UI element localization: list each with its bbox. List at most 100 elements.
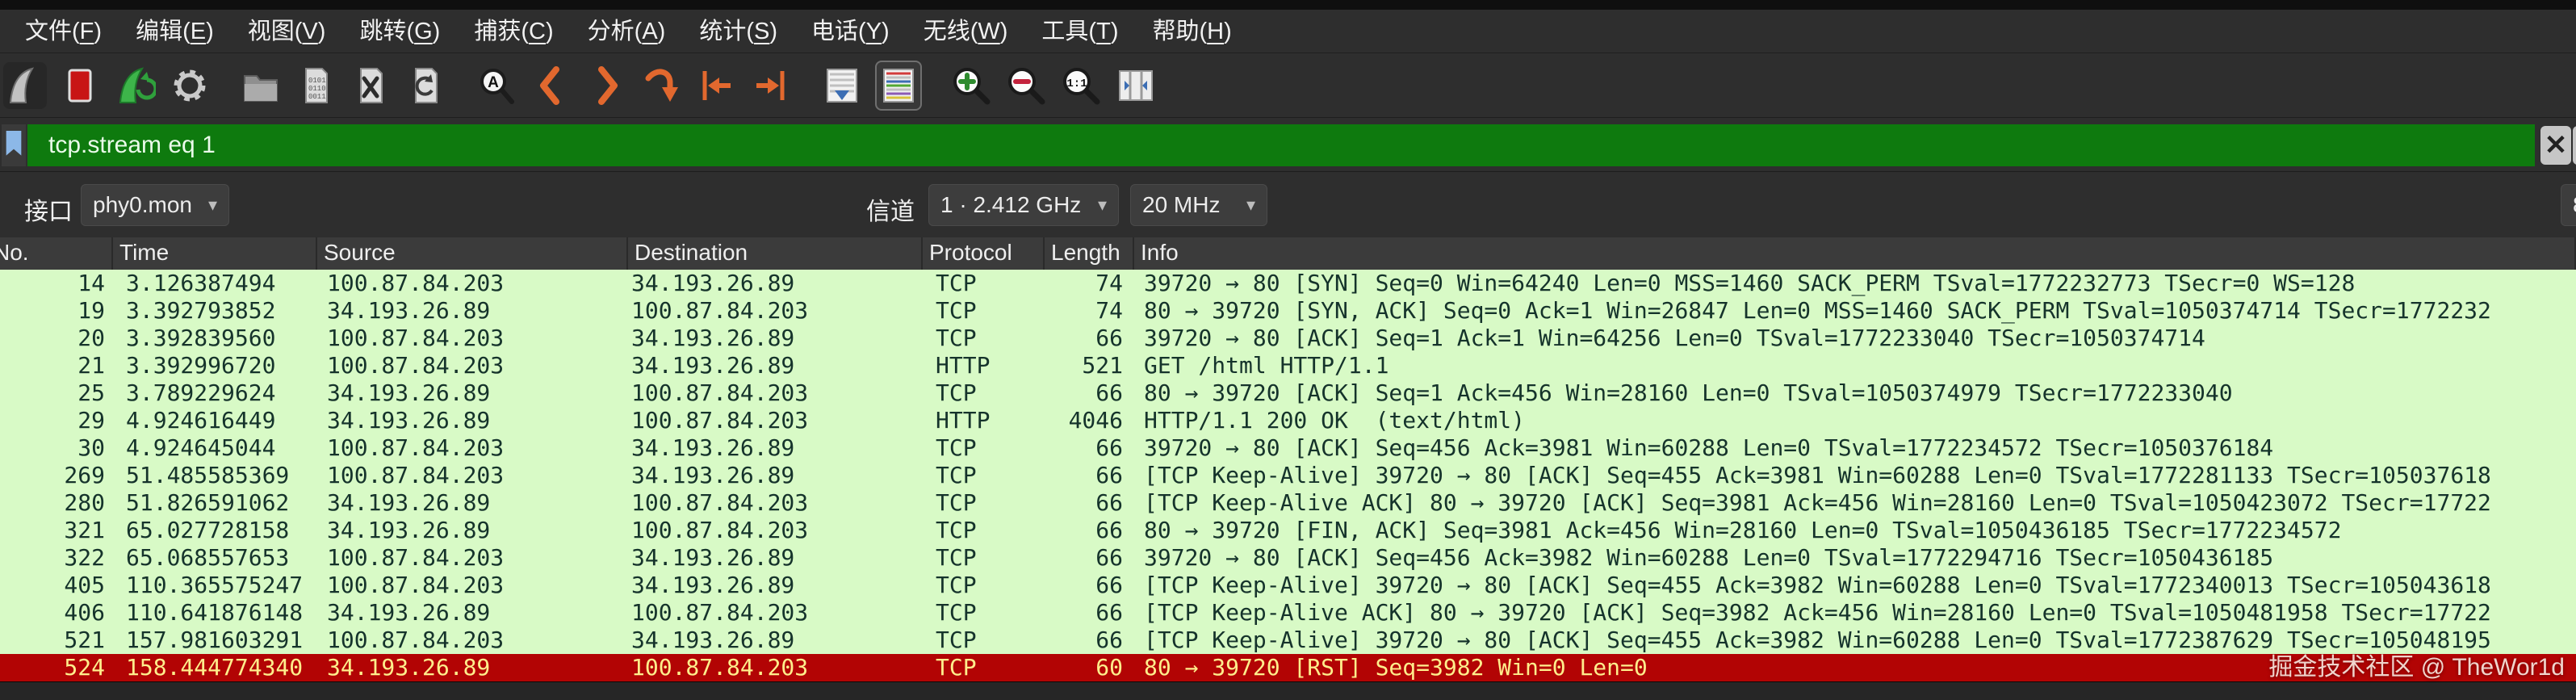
filter-bar: tcp.stream eq 1 ✕ [0, 119, 2576, 172]
bandwidth-dropdown[interactable]: 20 MHz▾ [1130, 184, 1267, 226]
packet-row[interactable]: 253.78922962434.193.26.89100.87.84.203TC… [0, 379, 2576, 407]
find-packet-icon[interactable]: A [475, 62, 518, 109]
packet-cell-protocol: TCP [923, 297, 1045, 325]
menu-analyze[interactable]: 分析(A) [571, 10, 683, 53]
packet-cell-info: [TCP Keep-Alive] 39720 → 80 [ACK] Seq=45… [1134, 462, 2576, 489]
packet-row[interactable]: 28051.82659106234.193.26.89100.87.84.203… [0, 489, 2576, 517]
packet-cell-source: 34.193.26.89 [317, 599, 628, 627]
packet-cell-no: 405 [0, 572, 113, 599]
zoom-original-icon[interactable]: 1:1 [1059, 62, 1103, 109]
packet-cell-protocol: TCP [923, 544, 1045, 572]
column-header-protocol[interactable]: Protocol [923, 237, 1045, 270]
next-packet-icon[interactable] [584, 62, 628, 109]
close-file-icon[interactable] [349, 62, 392, 109]
packet-cell-destination: 100.87.84.203 [628, 379, 923, 407]
packet-cell-protocol: HTTP [923, 352, 1045, 379]
packet-cell-time: 110.641876148 [113, 599, 317, 627]
packet-row[interactable]: 32165.02772815834.193.26.89100.87.84.203… [0, 517, 2576, 544]
colorize-icon[interactable] [875, 61, 922, 111]
packet-cell-length: 66 [1045, 462, 1134, 489]
clear-filter-button[interactable]: ✕ [2540, 126, 2571, 165]
menu-go[interactable]: 跳转(G) [342, 10, 457, 53]
packet-cell-length: 66 [1045, 489, 1134, 517]
first-packet-icon[interactable] [694, 62, 738, 109]
menu-tools[interactable]: 工具(T) [1024, 10, 1135, 53]
display-filter-input[interactable]: tcp.stream eq 1 [27, 124, 2535, 166]
packet-row[interactable]: 304.924645044100.87.84.20334.193.26.89TC… [0, 434, 2576, 462]
packet-cell-length: 66 [1045, 517, 1134, 544]
apply-filter-button[interactable] [2573, 126, 2576, 165]
menu-statistics[interactable]: 统计(S) [682, 10, 794, 53]
svg-text:0110: 0110 [308, 85, 326, 93]
chevron-down-icon: ▾ [1246, 185, 1255, 225]
column-header-length[interactable]: Length [1045, 237, 1134, 270]
packet-cell-no: 29 [0, 407, 113, 434]
packet-cell-info: 39720 → 80 [SYN] Seq=0 Win=64240 Len=0 M… [1134, 270, 2576, 297]
menu-capture[interactable]: 捕获(C) [457, 10, 570, 53]
column-header-info[interactable]: Info [1134, 237, 2576, 270]
svg-text:0011: 0011 [308, 93, 326, 101]
goto-packet-icon[interactable] [639, 62, 683, 109]
restart-capture-icon[interactable] [113, 62, 157, 109]
packet-cell-length: 66 [1045, 434, 1134, 462]
packet-row[interactable]: 32265.068557653100.87.84.20334.193.26.89… [0, 544, 2576, 572]
packet-cell-length: 66 [1045, 379, 1134, 407]
previous-packet-icon[interactable] [530, 62, 573, 109]
packet-cell-length: 66 [1045, 325, 1134, 352]
column-header-no[interactable]: No. [0, 237, 113, 270]
packet-cell-time: 65.027728158 [113, 517, 317, 544]
packet-cell-length: 66 [1045, 572, 1134, 599]
packet-row[interactable]: 213.392996720100.87.84.20334.193.26.89HT… [0, 352, 2576, 379]
column-header-source[interactable]: Source [317, 237, 628, 270]
svg-text:0101: 0101 [308, 77, 326, 85]
packet-cell-destination: 100.87.84.203 [628, 599, 923, 627]
packet-cell-no: 269 [0, 462, 113, 489]
zoom-out-icon[interactable] [1004, 62, 1048, 109]
interface-dropdown[interactable]: phy0.mon▾ [81, 184, 229, 226]
packet-row[interactable]: 26951.485585369100.87.84.20334.193.26.89… [0, 462, 2576, 489]
packet-row[interactable]: 524158.44477434034.193.26.89100.87.84.20… [0, 654, 2576, 681]
menu-file[interactable]: 文件(F) [8, 10, 119, 53]
packet-cell-no: 30 [0, 434, 113, 462]
packet-row[interactable]: 203.392839560100.87.84.20334.193.26.89TC… [0, 325, 2576, 352]
packet-cell-info: GET /html HTTP/1.1 [1134, 352, 2576, 379]
stop-capture-icon[interactable] [58, 62, 102, 109]
capture-options-icon[interactable] [168, 62, 212, 109]
zoom-in-icon[interactable] [949, 62, 993, 109]
open-file-icon[interactable] [239, 62, 283, 109]
column-header-destination[interactable]: Destination [628, 237, 923, 270]
filter-bookmark-button[interactable] [2, 124, 26, 166]
menu-view[interactable]: 视图(V) [231, 10, 343, 53]
packet-cell-info: 80 → 39720 [SYN, ACK] Seq=0 Ack=1 Win=26… [1134, 297, 2576, 325]
channel-dropdown[interactable]: 1 · 2.412 GHz▾ [928, 184, 1119, 226]
autoscroll-icon[interactable] [820, 62, 864, 109]
resize-columns-icon[interactable] [1114, 62, 1158, 109]
packet-row[interactable]: 143.126387494100.87.84.20334.193.26.89TC… [0, 270, 2576, 297]
packet-row[interactable]: 405110.365575247100.87.84.20334.193.26.8… [0, 572, 2576, 599]
packet-cell-destination: 100.87.84.203 [628, 489, 923, 517]
menu-telephony[interactable]: 电话(Y) [794, 10, 907, 53]
packet-cell-source: 100.87.84.203 [317, 270, 628, 297]
wireless-preferences-label: 8 [2573, 185, 2576, 225]
menu-help[interactable]: 帮助(H) [1135, 10, 1248, 53]
toolbar-group: 1:1 [949, 62, 1158, 109]
save-file-icon[interactable]: 010101100011 [294, 62, 337, 109]
reload-file-icon[interactable] [404, 62, 447, 109]
packet-row[interactable]: 521157.981603291100.87.84.20334.193.26.8… [0, 627, 2576, 654]
menu-wireless[interactable]: 无线(W) [907, 10, 1025, 53]
packet-cell-source: 100.87.84.203 [317, 544, 628, 572]
column-header-time[interactable]: Time [113, 237, 317, 270]
packet-cell-source: 100.87.84.203 [317, 434, 628, 462]
svg-text:1:1: 1:1 [1066, 78, 1087, 90]
packet-cell-info: 80 → 39720 [ACK] Seq=1 Ack=456 Win=28160… [1134, 379, 2576, 407]
packet-row[interactable]: 193.39279385234.193.26.89100.87.84.203TC… [0, 297, 2576, 325]
packet-cell-length: 4046 [1045, 407, 1134, 434]
last-packet-icon[interactable] [749, 62, 793, 109]
packet-cell-length: 74 [1045, 297, 1134, 325]
packet-row[interactable]: 294.92461644934.193.26.89100.87.84.203HT… [0, 407, 2576, 434]
packet-row[interactable]: 406110.64187614834.193.26.89100.87.84.20… [0, 599, 2576, 627]
wireless-preferences-button[interactable]: 8 [2561, 184, 2576, 226]
packet-cell-source: 34.193.26.89 [317, 379, 628, 407]
start-capture-icon[interactable] [3, 62, 47, 109]
menu-edit[interactable]: 编辑(E) [119, 10, 231, 53]
